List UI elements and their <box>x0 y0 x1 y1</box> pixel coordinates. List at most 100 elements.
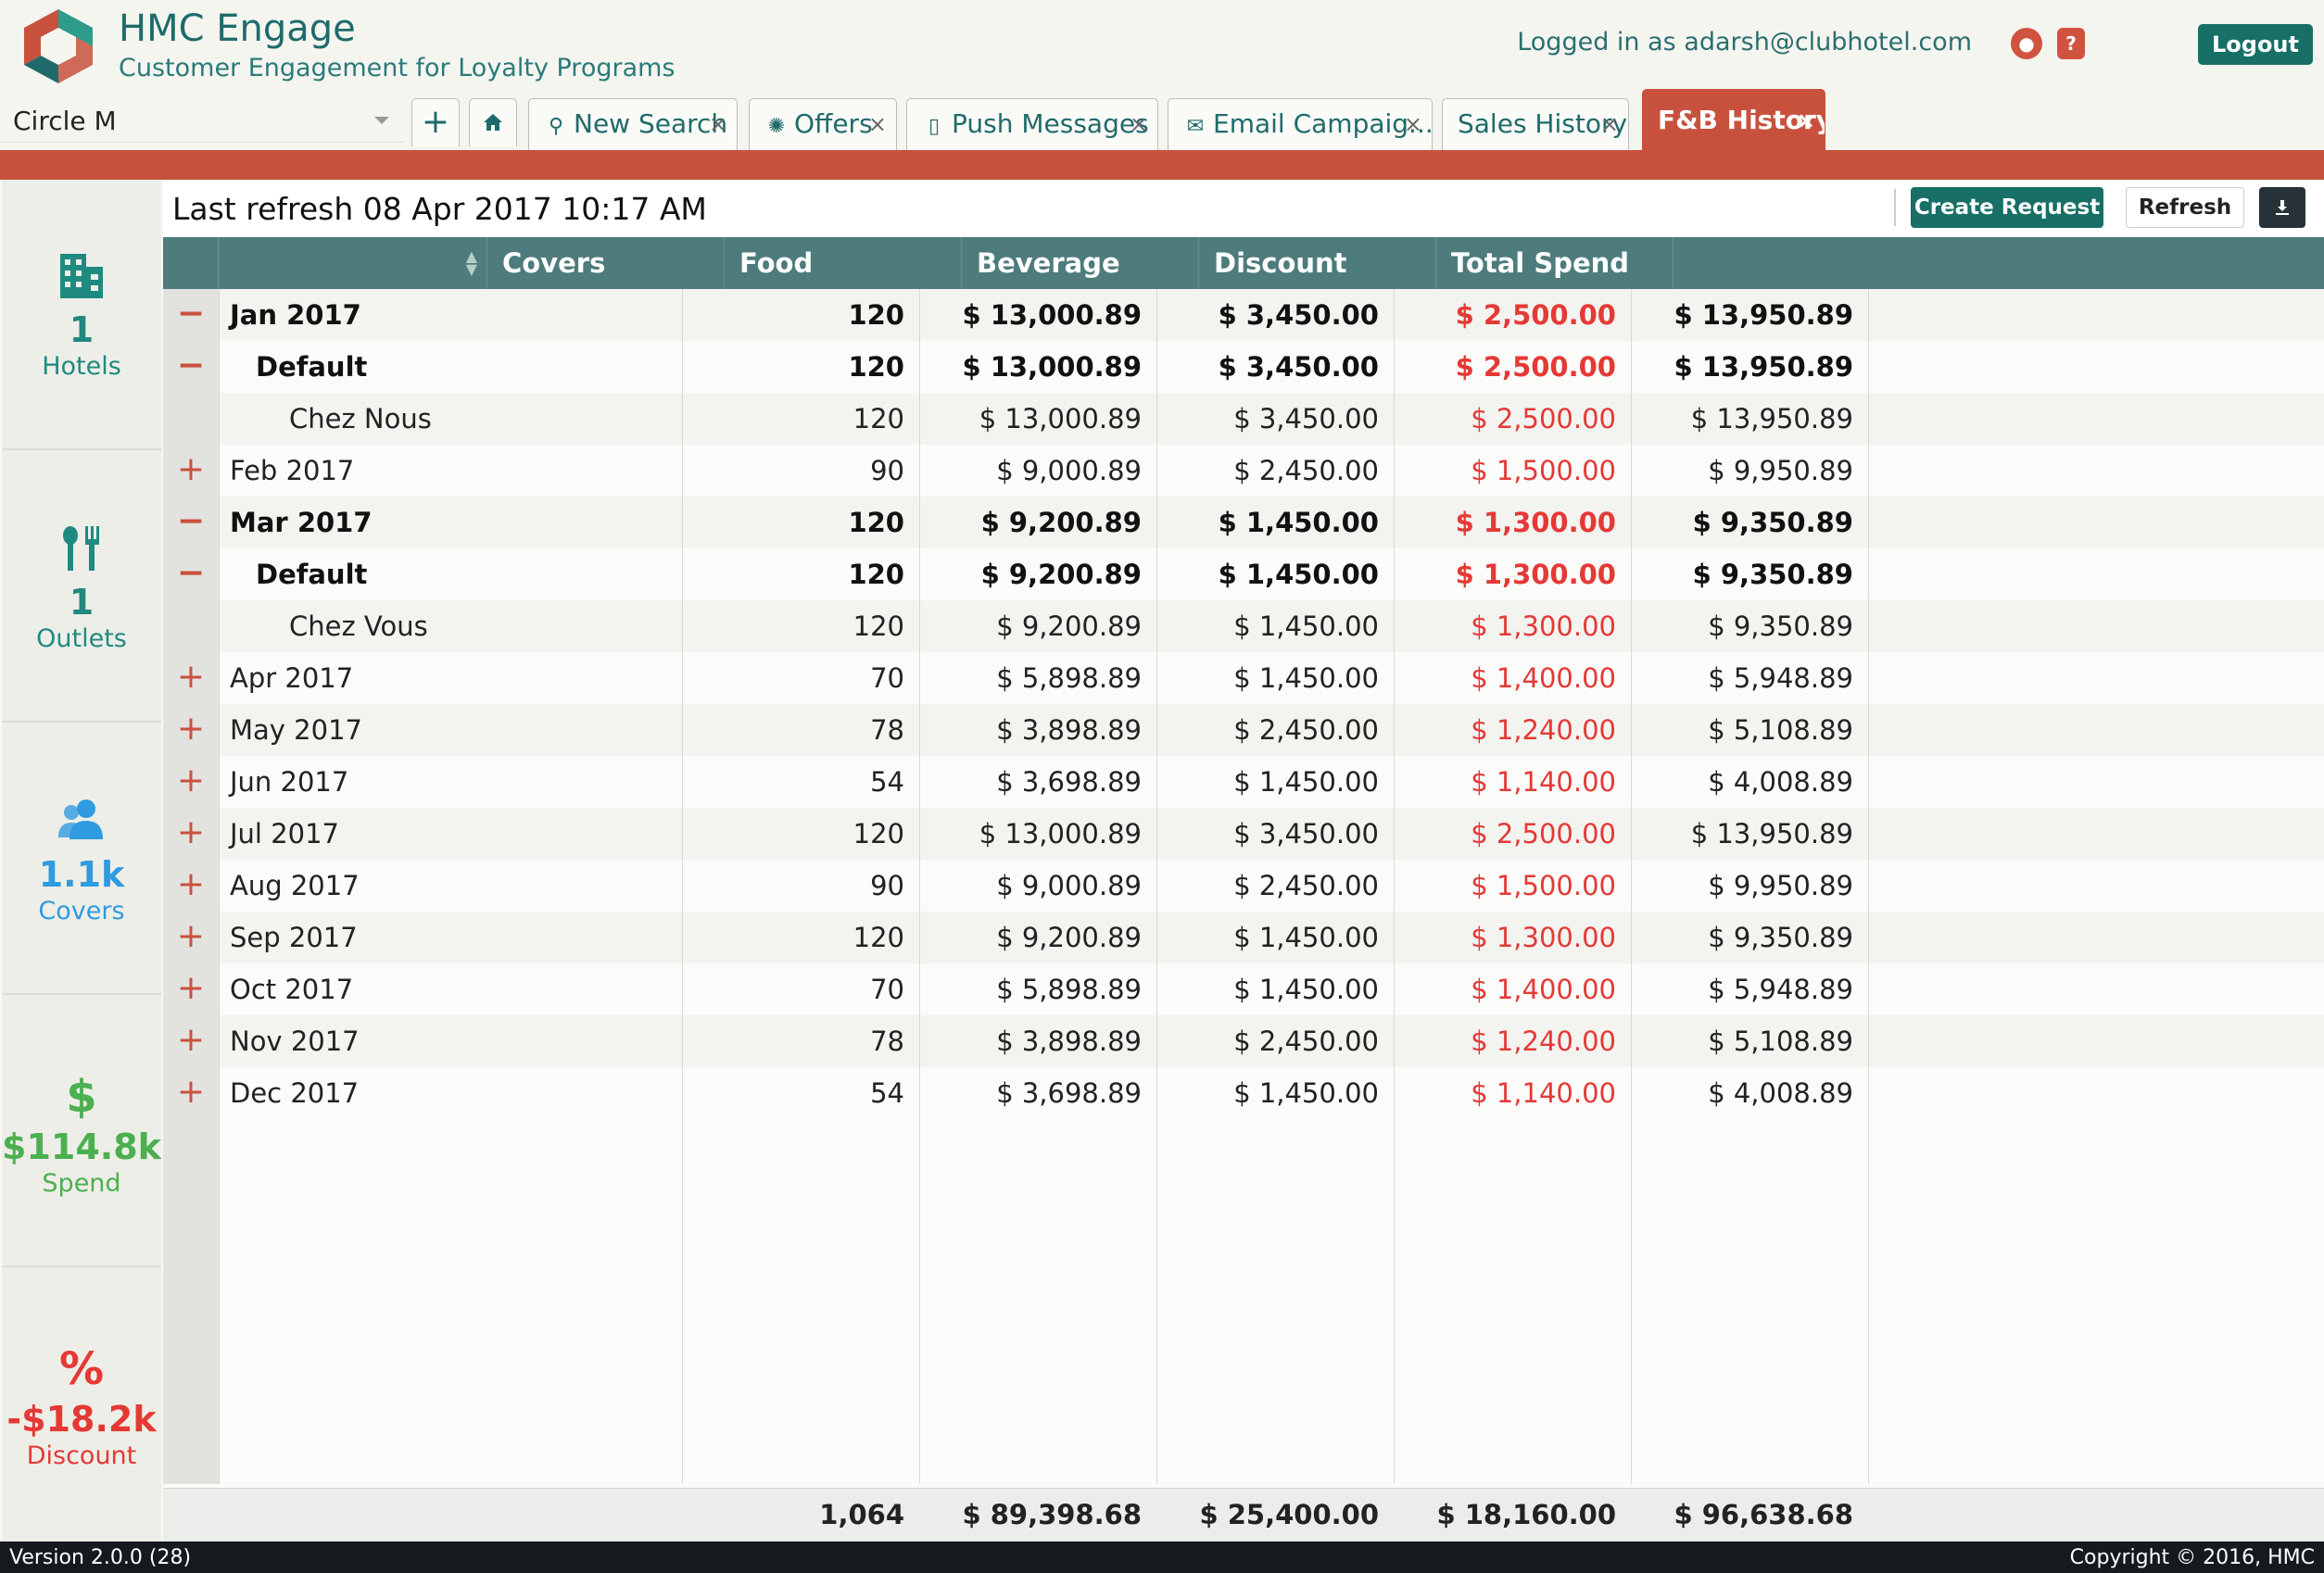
cell-discount: $ 1,300.00 <box>1471 922 1616 953</box>
cell-discount: $ 1,240.00 <box>1471 1026 1616 1057</box>
stat-outlets-label: Outlets <box>36 624 127 653</box>
row-label: Mar 2017 <box>230 507 373 538</box>
main-panel: Last refresh 08 Apr 2017 10:17 AM Create… <box>163 180 2324 1542</box>
table-row[interactable]: + Dec 2017 54 $ 3,698.89 $ 1,450.00 $ 1,140.0… <box>163 1067 2324 1119</box>
cell-food: $ 5,898.89 <box>996 662 1142 694</box>
add-tab-button[interactable]: + <box>411 98 460 146</box>
download-icon <box>2276 200 2289 215</box>
tab-new-search[interactable]: ⚲ New Search × <box>528 98 738 150</box>
cell-total: $ 5,108.89 <box>1708 1026 1853 1057</box>
version-text: Version 2.0.0 (28) <box>9 1546 192 1569</box>
expand-icon[interactable]: + <box>163 860 219 912</box>
stat-covers-label: Covers <box>38 897 125 925</box>
cell-covers: 90 <box>870 870 904 901</box>
collapse-icon[interactable]: − <box>163 341 219 393</box>
cell-food: $ 9,200.89 <box>980 507 1142 538</box>
cell-covers: 120 <box>848 559 904 590</box>
download-button[interactable] <box>2259 187 2305 228</box>
logged-in-user: Logged in as adarsh@clubhotel.com <box>1517 28 1972 57</box>
totals-row: 1,064 $ 89,398.68 $ 25,400.00 $ 18,160.0… <box>163 1488 2324 1542</box>
stat-outlets[interactable]: 1 Outlets <box>2 452 161 723</box>
collapse-icon[interactable]: − <box>163 548 219 600</box>
total-spend: $ 96,638.68 <box>1674 1499 1853 1530</box>
table-row[interactable]: − Mar 2017 120 $ 9,200.89 $ 1,450.00 $ 1,300.… <box>163 497 2324 548</box>
home-button[interactable] <box>469 98 517 146</box>
table-row[interactable]: + Apr 2017 70 $ 5,898.89 $ 1,450.00 $ 1,400.0… <box>163 652 2324 704</box>
hotel-select[interactable]: Circle M <box>0 96 404 143</box>
cell-covers: 90 <box>870 455 904 486</box>
sort-icon: ▲ ▼ <box>465 247 477 278</box>
table-row[interactable]: Chez Nous 120 $ 13,000.89 $ 3,450.00 $ 2,500… <box>163 393 2324 445</box>
stat-covers[interactable]: 1.1k Covers <box>2 724 161 995</box>
cell-total: $ 9,350.89 <box>1692 507 1853 538</box>
cell-discount: $ 1,400.00 <box>1471 974 1616 1005</box>
cell-covers: 120 <box>853 922 904 953</box>
stat-spend-value: $114.8k <box>2 1126 161 1167</box>
cell-total: $ 4,008.89 <box>1708 766 1853 798</box>
close-icon[interactable]: × <box>868 99 887 149</box>
expand-icon[interactable]: + <box>163 1015 219 1067</box>
collapse-icon[interactable]: − <box>163 289 219 341</box>
expand-icon[interactable]: + <box>163 912 219 963</box>
cell-food: $ 3,698.89 <box>996 1077 1142 1109</box>
close-icon[interactable]: × <box>1600 99 1619 149</box>
cell-total: $ 13,950.89 <box>1690 818 1853 849</box>
cell-total: $ 13,950.89 <box>1690 403 1853 434</box>
close-icon[interactable]: × <box>1130 99 1148 149</box>
table-row[interactable]: + Jun 2017 54 $ 3,698.89 $ 1,450.00 $ 1,140.0… <box>163 756 2324 808</box>
expand-icon[interactable]: + <box>163 756 219 808</box>
tab-offers[interactable]: ✺ Offers × <box>749 98 897 150</box>
column-header-beverage[interactable]: Beverage <box>962 237 1199 289</box>
refresh-button[interactable]: Refresh <box>2126 187 2244 228</box>
column-header-food[interactable]: Food <box>725 237 962 289</box>
table-row[interactable]: − Default 120 $ 9,200.89 $ 1,450.00 $ 1,300.0… <box>163 548 2324 600</box>
table-row[interactable]: − Jan 2017 120 $ 13,000.89 $ 3,450.00 $ 2,500… <box>163 289 2324 341</box>
expand-icon[interactable]: + <box>163 808 219 860</box>
stat-spend[interactable]: $ $114.8k Spend <box>2 997 161 1267</box>
close-icon[interactable]: × <box>1404 99 1422 149</box>
app-header: HMC Engage Customer Engagement for Loyal… <box>0 0 2324 89</box>
help-icon[interactable]: ? <box>2057 28 2085 59</box>
stat-covers-value: 1.1k <box>38 854 125 895</box>
column-header-name[interactable]: ▲ ▼ <box>219 237 487 289</box>
tab-email-campaigns[interactable]: ✉ Email Campaig... × <box>1168 98 1433 150</box>
expand-icon[interactable]: + <box>163 1067 219 1119</box>
close-icon[interactable]: × <box>1797 90 1815 150</box>
expand-icon[interactable]: + <box>163 445 219 497</box>
row-label: Chez Nous <box>289 403 432 434</box>
tab-fb-history[interactable]: F&B History × <box>1642 89 1825 150</box>
column-header-total-spend[interactable]: Total Spend <box>1436 237 1674 289</box>
total-food: $ 89,398.68 <box>962 1499 1142 1530</box>
table-row[interactable]: + Nov 2017 78 $ 3,898.89 $ 2,450.00 $ 1,240.0… <box>163 1015 2324 1067</box>
close-icon[interactable]: × <box>709 99 727 149</box>
tab-push-messages[interactable]: ▯ Push Messages × <box>906 98 1158 150</box>
table-row[interactable]: + Jul 2017 120 $ 13,000.89 $ 3,450.00 $ 2,500… <box>163 808 2324 860</box>
expand-icon[interactable]: + <box>163 704 219 756</box>
column-header-covers[interactable]: Covers <box>487 237 725 289</box>
gear-icon: ✺ <box>767 115 786 138</box>
total-beverage: $ 25,400.00 <box>1199 1499 1379 1530</box>
table-row[interactable]: − Default 120 $ 13,000.89 $ 3,450.00 $ 2,500.… <box>163 341 2324 393</box>
expand-icon[interactable]: + <box>163 963 219 1015</box>
tab-sales-history[interactable]: Sales History × <box>1442 98 1629 150</box>
stat-hotels-value: 1 <box>69 309 95 350</box>
table-row[interactable]: + Feb 2017 90 $ 9,000.89 $ 2,450.00 $ 1,500.0… <box>163 445 2324 497</box>
row-label: Default <box>256 351 368 383</box>
table-row[interactable]: + May 2017 78 $ 3,898.89 $ 2,450.00 $ 1,240.0… <box>163 704 2324 756</box>
column-header-discount[interactable]: Discount <box>1199 237 1436 289</box>
bell-icon[interactable]: ● <box>2011 28 2042 59</box>
expand-icon[interactable]: + <box>163 652 219 704</box>
table-row[interactable]: + Aug 2017 90 $ 9,000.89 $ 2,450.00 $ 1,500.0… <box>163 860 2324 912</box>
table-row[interactable]: Chez Vous 120 $ 9,200.89 $ 1,450.00 $ 1,300.… <box>163 600 2324 652</box>
stat-hotels[interactable]: 1 Hotels <box>2 180 161 450</box>
collapse-icon[interactable]: − <box>163 497 219 548</box>
cell-discount: $ 1,140.00 <box>1471 766 1616 798</box>
row-label: Aug 2017 <box>230 870 360 901</box>
table-row[interactable]: + Oct 2017 70 $ 5,898.89 $ 1,450.00 $ 1,400.0… <box>163 963 2324 1015</box>
table-row[interactable]: + Sep 2017 120 $ 9,200.89 $ 1,450.00 $ 1,300.… <box>163 912 2324 963</box>
home-icon <box>484 114 502 131</box>
logout-button[interactable]: Logout <box>2198 24 2313 65</box>
stat-discount[interactable]: % -$18.2k Discount <box>2 1269 161 1540</box>
cell-food: $ 3,898.89 <box>996 714 1142 746</box>
create-request-button[interactable]: Create Request <box>1911 187 2103 228</box>
